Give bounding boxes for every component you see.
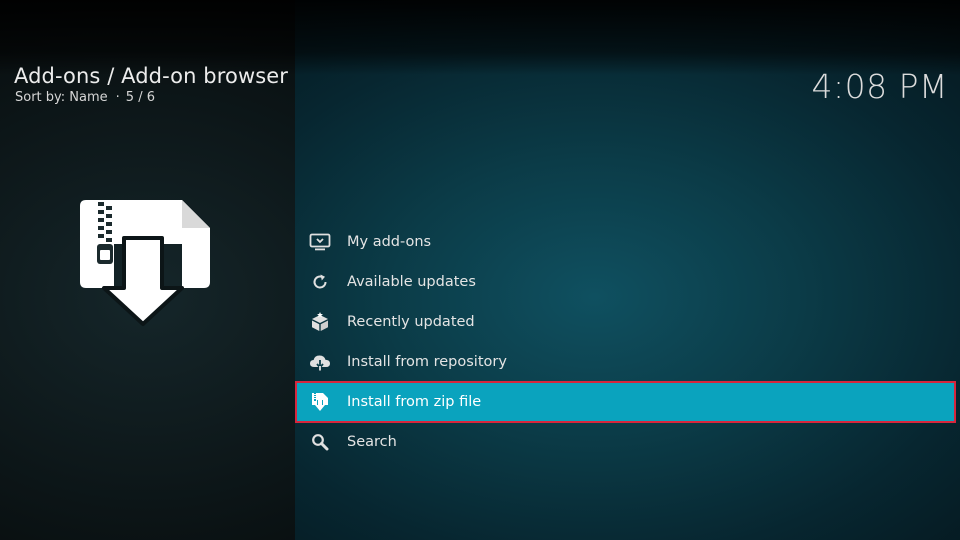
menu-item-label: Available updates (347, 274, 476, 290)
clock: 4:08 PM (811, 67, 948, 106)
menu-item-available-updates[interactable]: Available updates (296, 262, 956, 302)
menu-item-label: Recently updated (347, 314, 475, 330)
magnifier-icon (309, 432, 331, 452)
menu-item-install-from-zip[interactable]: Install from zip file (295, 381, 956, 423)
menu-item-recently-updated[interactable]: Recently updated (296, 302, 956, 342)
menu-item-label: Search (347, 434, 397, 450)
kodi-addon-browser: Add-ons / Add-on browser Sort by: Name · 5… (0, 0, 960, 540)
menu-item-label: Install from repository (347, 354, 507, 370)
item-position: 5 / 6 (125, 90, 155, 105)
sort-info: Sort by: Name · 5 / 6 (15, 90, 155, 105)
menu-item-search[interactable]: Search (296, 422, 956, 462)
cloud-download-icon (309, 352, 331, 372)
page-title: Add-ons / Add-on browser (14, 64, 289, 88)
monitor-box-icon (309, 232, 331, 252)
refresh-icon (309, 272, 331, 292)
menu-item-my-addons[interactable]: My add-ons (296, 222, 956, 262)
menu-item-install-from-repository[interactable]: Install from repository (296, 342, 956, 382)
menu-item-label: My add-ons (347, 234, 432, 250)
addon-menu: My add-ons Available updates Recently up… (295, 222, 956, 462)
box-star-icon (309, 312, 331, 332)
zip-install-icon (78, 196, 214, 328)
menu-item-label: Install from zip file (347, 394, 482, 410)
sort-label: Sort by: Name (15, 90, 108, 105)
separator-dot: · (115, 90, 120, 105)
zip-file-icon (309, 392, 331, 412)
